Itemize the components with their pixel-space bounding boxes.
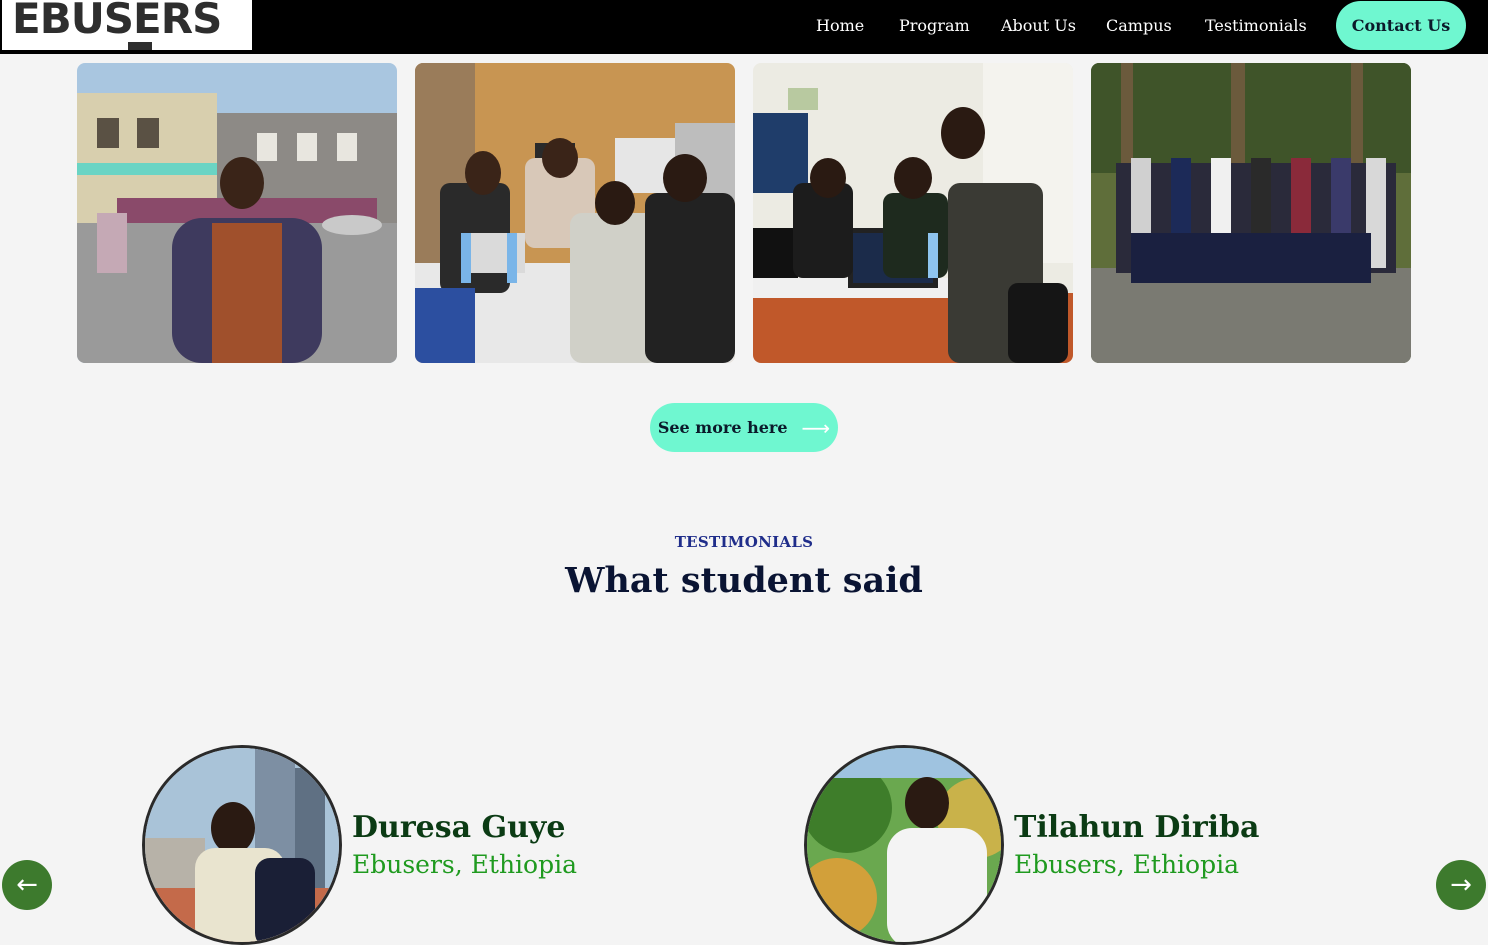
testimonial-org: Ebusers, Ethiopia — [1014, 850, 1239, 879]
testimonial-name: Duresa Guye — [352, 810, 566, 845]
testimonial-org: Ebusers, Ethiopia — [352, 850, 577, 879]
gallery-photo-campus[interactable] — [77, 63, 397, 363]
gallery-photo-coding[interactable] — [753, 63, 1073, 363]
site-logo[interactable]: EBUSERS — [2, 0, 252, 50]
avatar — [804, 745, 1004, 945]
nav-about-link[interactable]: About Us — [1001, 16, 1076, 35]
arrow-right-icon: ⟶ — [801, 415, 831, 440]
nav-home-link[interactable]: Home — [816, 16, 864, 35]
arrow-left-icon: ← — [16, 870, 38, 900]
see-more-button[interactable]: See more here ⟶ — [650, 403, 838, 452]
logo-text: EBUSERS — [12, 0, 222, 43]
see-more-label: See more here — [657, 418, 788, 437]
nav-campus-link[interactable]: Campus — [1106, 16, 1172, 35]
nav-testimonials-link[interactable]: Testimonials — [1205, 16, 1307, 35]
next-testimonial-button[interactable]: → — [1436, 860, 1486, 910]
testimonial-name: Tilahun Diriba — [1014, 810, 1260, 845]
logo-mark-icon — [128, 42, 152, 50]
navbar: EBUSERS Home Program About Us Campus Tes… — [0, 0, 1488, 54]
gallery-photo-computers[interactable] — [415, 63, 735, 363]
section-eyebrow: TESTIMONIALS — [674, 533, 814, 551]
section-heading: What student said — [565, 560, 923, 601]
arrow-right-icon: → — [1450, 870, 1472, 900]
gallery-photo-group[interactable] — [1091, 63, 1411, 363]
contact-button[interactable]: Contact Us — [1336, 1, 1466, 50]
prev-testimonial-button[interactable]: ← — [2, 860, 52, 910]
nav-program-link[interactable]: Program — [899, 16, 970, 35]
avatar — [142, 745, 342, 945]
